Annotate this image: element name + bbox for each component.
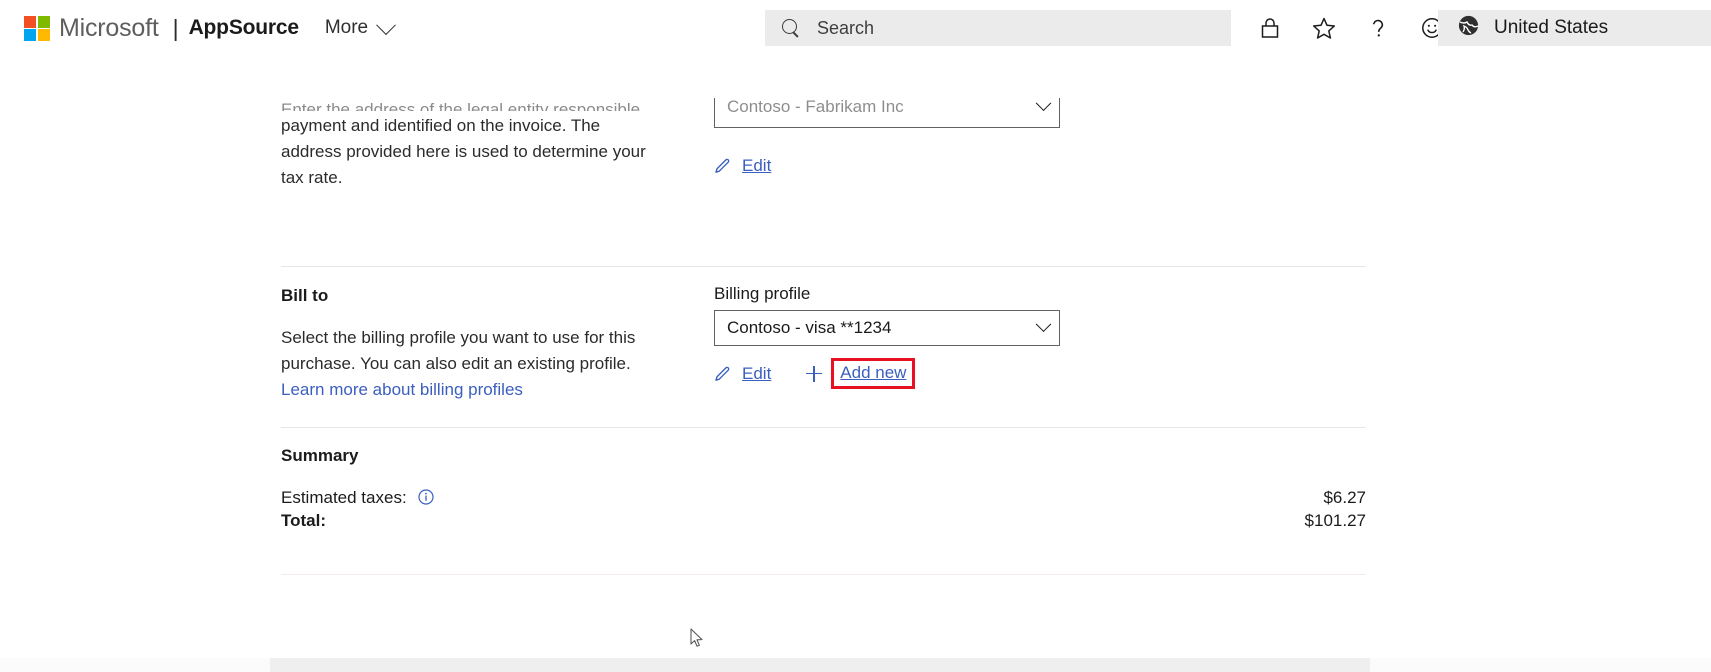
sell-to-description: payment and identified on the invoice. T… — [281, 116, 646, 187]
page-bottom-bar-inner — [270, 658, 1370, 672]
microsoft-logo-icon — [24, 15, 50, 41]
billing-profile-field: Billing profile Contoso - visa **1234 Ed… — [714, 284, 1060, 389]
add-new-billing-profile-group: Add new — [805, 358, 916, 389]
bill-to-title: Bill to — [281, 286, 329, 305]
billing-profile-edit-button[interactable]: Edit — [714, 364, 771, 384]
add-new-highlight-box: Add new — [831, 358, 916, 389]
sell-to-edit-button[interactable]: Edit — [714, 156, 771, 176]
billing-profile-dropdown-value: Contoso - visa **1234 — [727, 318, 892, 337]
plus-icon — [805, 365, 823, 383]
lock-icon[interactable] — [1255, 13, 1285, 43]
billing-profile-edit-label: Edit — [742, 363, 772, 383]
sell-to-description-cut-line: Enter the address of the legal entity re… — [281, 100, 641, 111]
estimated-taxes-label: Estimated taxes: — [281, 488, 407, 507]
info-icon[interactable] — [418, 489, 435, 505]
summary-row-estimated-taxes: Estimated taxes: — [281, 488, 435, 508]
bill-to-description-text: Select the billing profile you want to u… — [281, 328, 636, 373]
sell-to-dropdown[interactable]: Contoso - Fabrikam Inc — [714, 98, 1060, 128]
billing-profile-label: Billing profile — [714, 284, 811, 303]
billing-profiles-learn-more-link[interactable]: Learn more about billing profiles — [281, 380, 523, 399]
search-placeholder: Search — [817, 17, 875, 38]
search-icon — [782, 18, 801, 38]
pencil-icon — [715, 158, 730, 173]
chevron-down-icon — [376, 15, 397, 36]
bill-to-description: Select the billing profile you want to u… — [281, 325, 655, 403]
section-divider-bottom — [281, 574, 1366, 575]
summary-title: Summary — [281, 446, 359, 465]
mouse-pointer-icon — [690, 628, 703, 647]
globe-icon — [1456, 13, 1481, 43]
site-header: Microsoft | AppSource More Search United… — [0, 0, 1711, 56]
add-new-billing-profile-button[interactable]: Add new — [840, 363, 906, 383]
product-label[interactable]: AppSource — [189, 16, 299, 40]
section-divider-summary — [281, 427, 1366, 428]
sell-to-dropdown-value: Contoso - Fabrikam Inc — [727, 98, 904, 116]
summary-row-total: Total: — [281, 511, 326, 531]
locale-selector[interactable]: United States — [1438, 10, 1711, 46]
microsoft-brand[interactable]: Microsoft — [24, 14, 159, 43]
question-mark-icon[interactable] — [1363, 13, 1393, 43]
section-divider-top — [281, 266, 1366, 267]
billing-profile-actions: Edit Add new — [714, 358, 1060, 389]
chevron-down-icon — [1035, 315, 1052, 332]
more-menu-label: More — [324, 17, 369, 38]
chevron-down-icon — [1035, 98, 1052, 112]
brand-divider: | — [172, 14, 179, 41]
sell-to-edit-label: Edit — [742, 156, 772, 175]
more-menu-button[interactable]: More — [324, 15, 397, 39]
header-icon-group — [1255, 0, 1447, 56]
brand-label: Microsoft — [59, 13, 159, 42]
search-input[interactable]: Search — [765, 10, 1231, 46]
page-content: Enter the address of the legal entity re… — [0, 56, 1711, 672]
total-label: Total: — [281, 511, 327, 530]
sell-to-actions: Edit — [714, 156, 771, 176]
billing-profile-dropdown[interactable]: Contoso - visa **1234 — [714, 310, 1060, 346]
locale-label: United States — [1494, 17, 1609, 38]
total-amount: $101.27 — [1304, 511, 1366, 530]
estimated-taxes-amount: $6.27 — [1323, 488, 1366, 507]
star-icon[interactable] — [1309, 13, 1339, 43]
pencil-icon — [715, 366, 730, 381]
